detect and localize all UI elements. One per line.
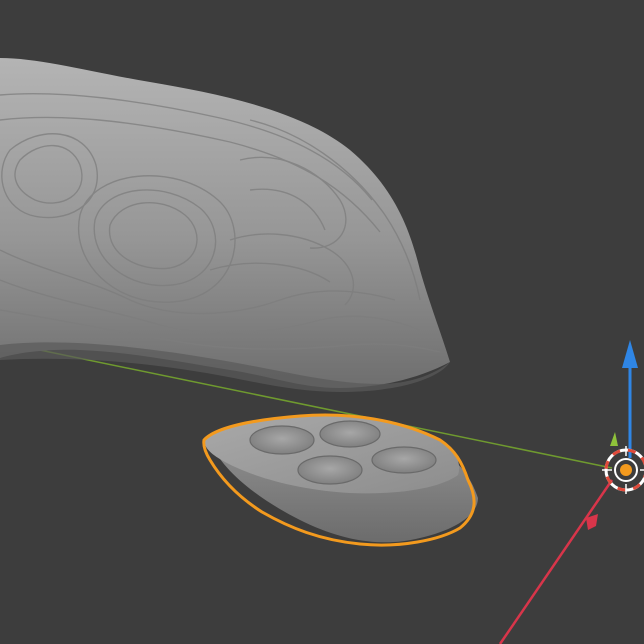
hole-4	[371, 446, 437, 474]
hole-1	[249, 425, 315, 455]
sculpted-rock-mesh[interactable]	[0, 58, 450, 392]
rock-silhouette	[0, 58, 450, 388]
four-hole-base-mesh[interactable]	[202, 413, 478, 547]
transform-gizmo-icon[interactable]	[498, 340, 638, 644]
gizmo-x-axis[interactable]	[498, 479, 614, 644]
gizmo-y-handle[interactable]	[610, 432, 618, 446]
viewport-scene[interactable]	[0, 0, 644, 644]
hole-3	[297, 455, 363, 485]
hole-2	[319, 420, 381, 448]
3d-viewport[interactable]	[0, 0, 644, 644]
gizmo-z-arrow[interactable]	[622, 340, 638, 368]
